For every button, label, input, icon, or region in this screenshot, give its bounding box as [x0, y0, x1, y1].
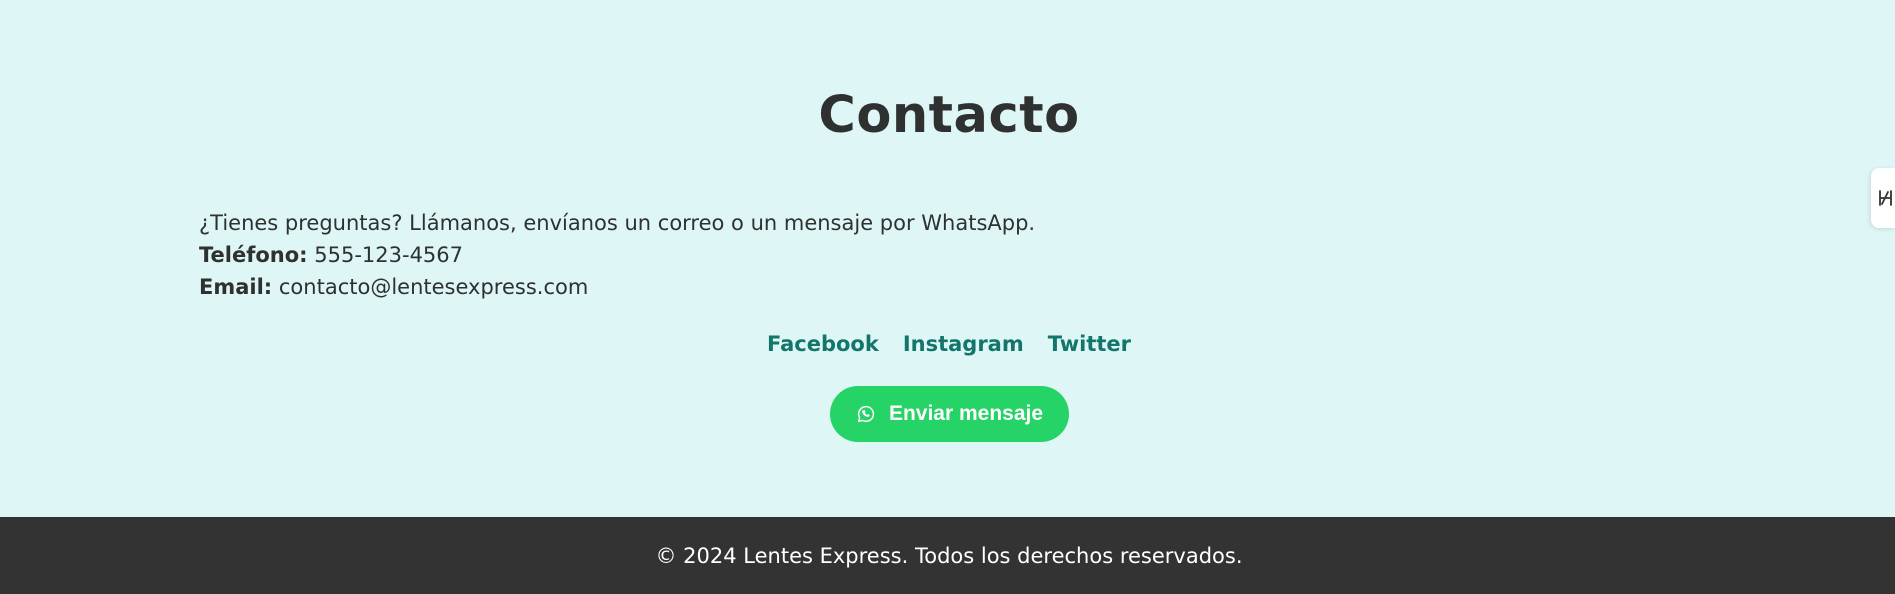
- email-line: Email: contacto@lentesexpress.com: [199, 271, 1035, 303]
- twitter-link[interactable]: Twitter: [1048, 329, 1131, 359]
- instagram-link[interactable]: Instagram: [903, 329, 1024, 359]
- whatsapp-button-label: Enviar mensaje: [888, 402, 1044, 425]
- email-label: Email:: [199, 275, 273, 299]
- phone-line: Teléfono: 555-123-4567: [199, 239, 1035, 271]
- side-widget-toggle[interactable]: [1871, 168, 1895, 228]
- contact-section: Contacto ¿Tienes preguntas? Llámanos, en…: [0, 0, 1895, 517]
- social-links: Facebook Instagram Twitter: [0, 329, 1895, 359]
- facebook-link[interactable]: Facebook: [767, 329, 879, 359]
- whatsapp-icon: [856, 404, 876, 424]
- extension-toggle-icon: [1877, 187, 1895, 209]
- contact-info: ¿Tienes preguntas? Llámanos, envíanos un…: [199, 207, 1035, 303]
- page: Contacto ¿Tienes preguntas? Llámanos, en…: [0, 0, 1895, 594]
- contact-title: Contacto: [818, 86, 1080, 145]
- phone-value: 555-123-4567: [314, 243, 464, 267]
- contact-intro: ¿Tienes preguntas? Llámanos, envíanos un…: [199, 211, 1036, 235]
- email-value: contacto@lentesexpress.com: [278, 275, 589, 299]
- whatsapp-send-message-button[interactable]: Enviar mensaje: [830, 386, 1069, 442]
- phone-label: Teléfono:: [199, 243, 308, 267]
- footer: © 2024 Lentes Express. Todos los derecho…: [0, 517, 1895, 594]
- footer-copyright: © 2024 Lentes Express. Todos los derecho…: [655, 544, 1243, 568]
